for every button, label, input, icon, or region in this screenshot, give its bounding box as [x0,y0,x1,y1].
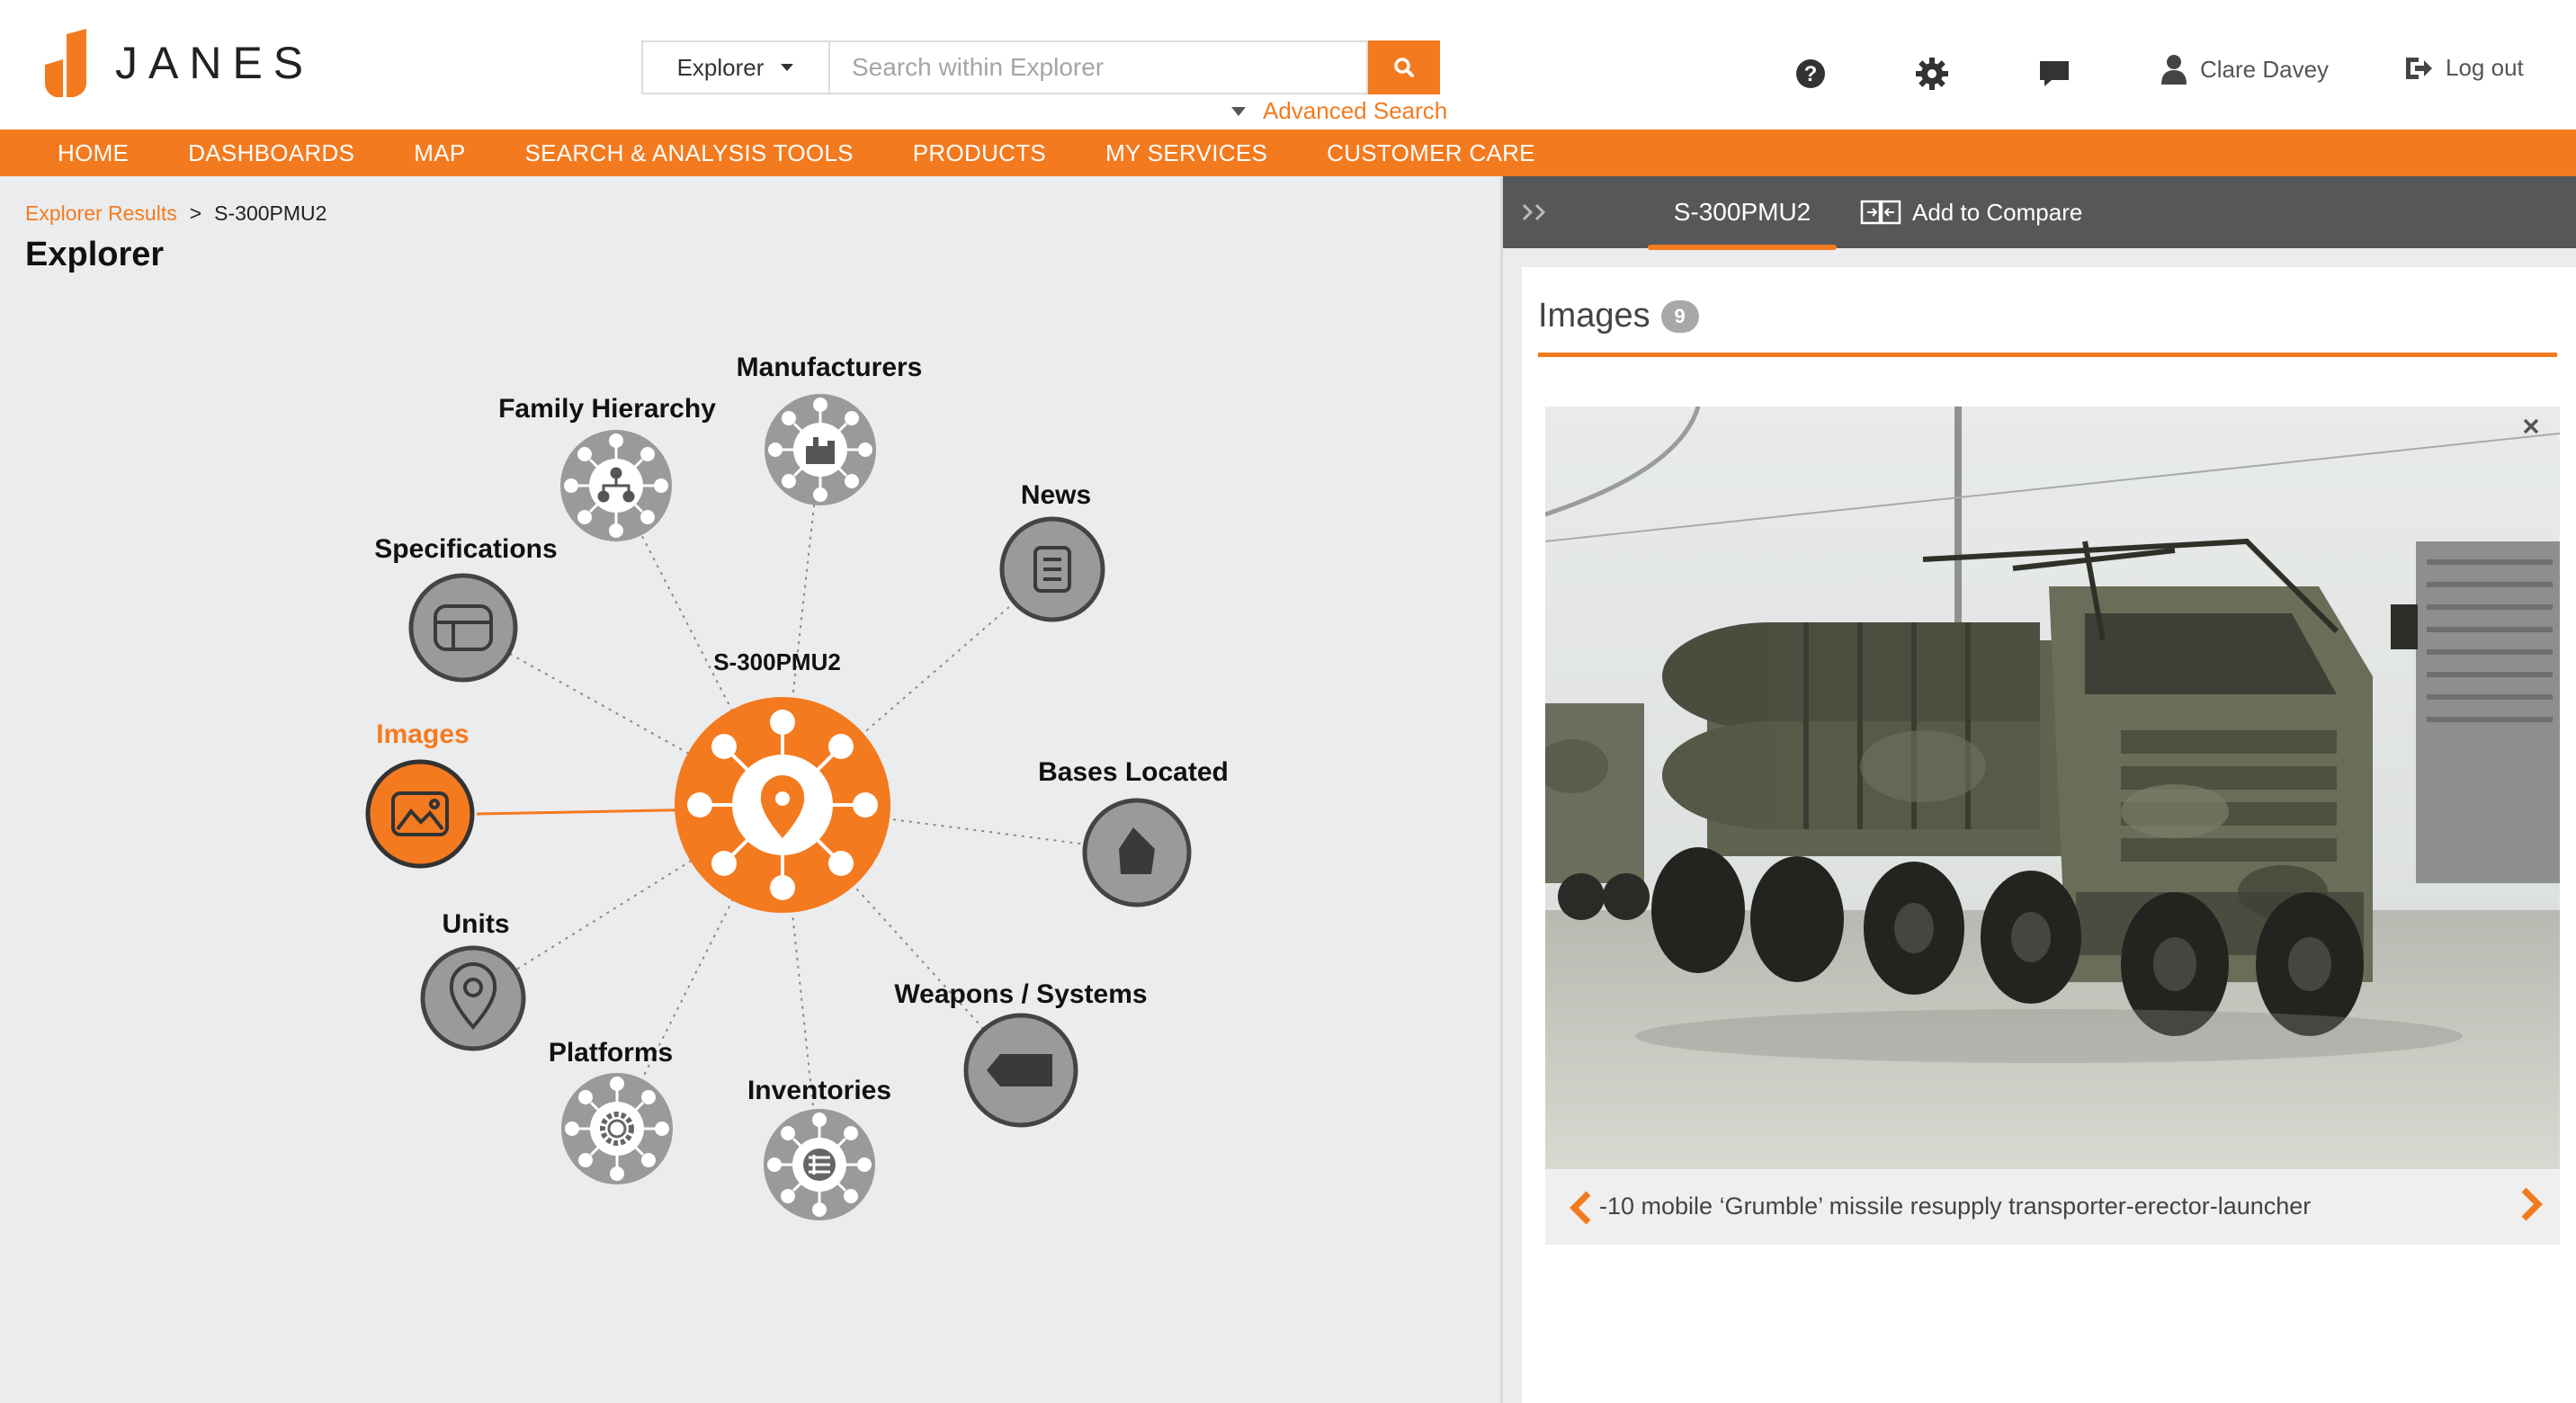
search-input[interactable] [828,40,1368,94]
help-button[interactable]: ? [1793,56,1829,92]
node-bases-located[interactable]: Bases Located [1038,757,1229,907]
node-platforms[interactable]: Platforms [549,1038,673,1184]
main-nav: HOME DASHBOARDS MAP SEARCH & ANALYSIS TO… [0,130,2576,176]
images-section-header: Images 9 [1538,297,1699,335]
nav-map[interactable]: MAP [414,139,465,167]
logout-label: Log out [2446,54,2524,81]
janes-logo[interactable]: JANES [43,27,314,99]
node-manufacturers[interactable]: Manufacturers [737,353,923,505]
user-menu[interactable]: Clare Davey [2160,54,2329,85]
close-image-button[interactable] [2515,410,2547,442]
advanced-search-link[interactable]: Advanced Search [1230,97,1447,125]
logout-icon [2406,57,2432,79]
next-image-button[interactable] [2509,1182,2553,1227]
node-news[interactable]: News [999,480,1105,622]
search-scope-dropdown[interactable]: Explorer [641,40,828,94]
caret-down-icon [1231,106,1246,116]
node-specifications[interactable]: Specifications [374,534,558,683]
images-count-badge: 9 [1660,299,1699,333]
chevron-right-icon [2521,1187,2543,1221]
add-to-compare-label: Add to Compare [1912,198,2083,226]
advanced-search-label: Advanced Search [1263,97,1448,124]
logo-wordmark: JANES [115,38,315,88]
search-bar: Explorer [641,40,1440,94]
user-name: Clare Davey [2200,55,2330,83]
weapon-icon [987,1054,1052,1086]
node-units[interactable]: Units [420,909,526,1051]
compare-icon [1860,200,1901,225]
missile-launcher-photo [1545,407,2560,1169]
chevron-down-icon [781,64,794,71]
search-icon [1394,58,1414,77]
node-inventories[interactable]: Inventories [747,1076,891,1220]
node-label: Bases Located [1038,757,1229,787]
node-weapons-systems[interactable]: Weapons / Systems [894,979,1148,1128]
nav-products[interactable]: PRODUCTS [913,139,1046,167]
add-to-compare-button[interactable]: Add to Compare [1860,176,2082,248]
node-label: Inventories [747,1076,891,1105]
collapse-panel-button[interactable] [1520,194,1560,230]
janes-logo-mark [45,29,86,97]
node-label: Family Hierarchy [498,394,716,424]
node-label: Images [376,719,469,749]
vehicle-photo[interactable] [1545,407,2560,1169]
help-icon: ? [1796,59,1825,88]
search-button[interactable] [1368,40,1440,94]
close-icon [2523,418,2539,434]
center-node-label: S-300PMU2 [713,648,841,675]
node-label: Units [443,909,510,939]
node-label: Specifications [374,534,557,564]
svg-text:?: ? [1804,62,1818,86]
chat-button[interactable] [2036,56,2072,92]
node-label: Platforms [549,1038,673,1068]
node-label: Weapons / Systems [894,979,1147,1009]
settings-button[interactable] [1914,56,1950,92]
images-section-rule [1538,353,2557,357]
explorer-graph: Family Hierarchy Manufacturers News Spec… [365,353,1229,1220]
nav-customer-care[interactable]: CUSTOMER CARE [1327,139,1535,167]
search-scope-value: Explorer [676,53,765,81]
pane-divider[interactable] [1500,176,1503,1403]
active-tab-indicator [1648,245,1837,250]
double-chevron-right-icon [1522,203,1546,221]
node-label: Manufacturers [737,353,923,382]
user-icon [2161,55,2187,85]
previous-image-button[interactable] [1563,1185,1599,1230]
detail-tab-s300pmu2[interactable]: S-300PMU2 [1648,176,1837,248]
image-caption: -10 mobile ‘Grumble’ missile resupply tr… [1599,1193,2312,1220]
chevron-left-icon [1570,1191,1591,1225]
node-label: News [1021,480,1091,510]
nav-my-services[interactable]: MY SERVICES [1105,139,1267,167]
node-images[interactable]: Images [365,719,475,869]
chat-icon [2040,61,2069,86]
nav-search-analysis-tools[interactable]: SEARCH & ANALYSIS TOOLS [525,139,854,167]
nav-dashboards[interactable]: DASHBOARDS [188,139,354,167]
settings-icon [1916,58,1948,90]
images-title: Images [1538,297,1650,335]
nav-home[interactable]: HOME [58,139,129,167]
logout-button[interactable]: Log out [2404,54,2524,82]
node-family-hierarchy[interactable]: Family Hierarchy [498,394,716,541]
center-node[interactable]: S-300PMU2 [675,648,890,913]
